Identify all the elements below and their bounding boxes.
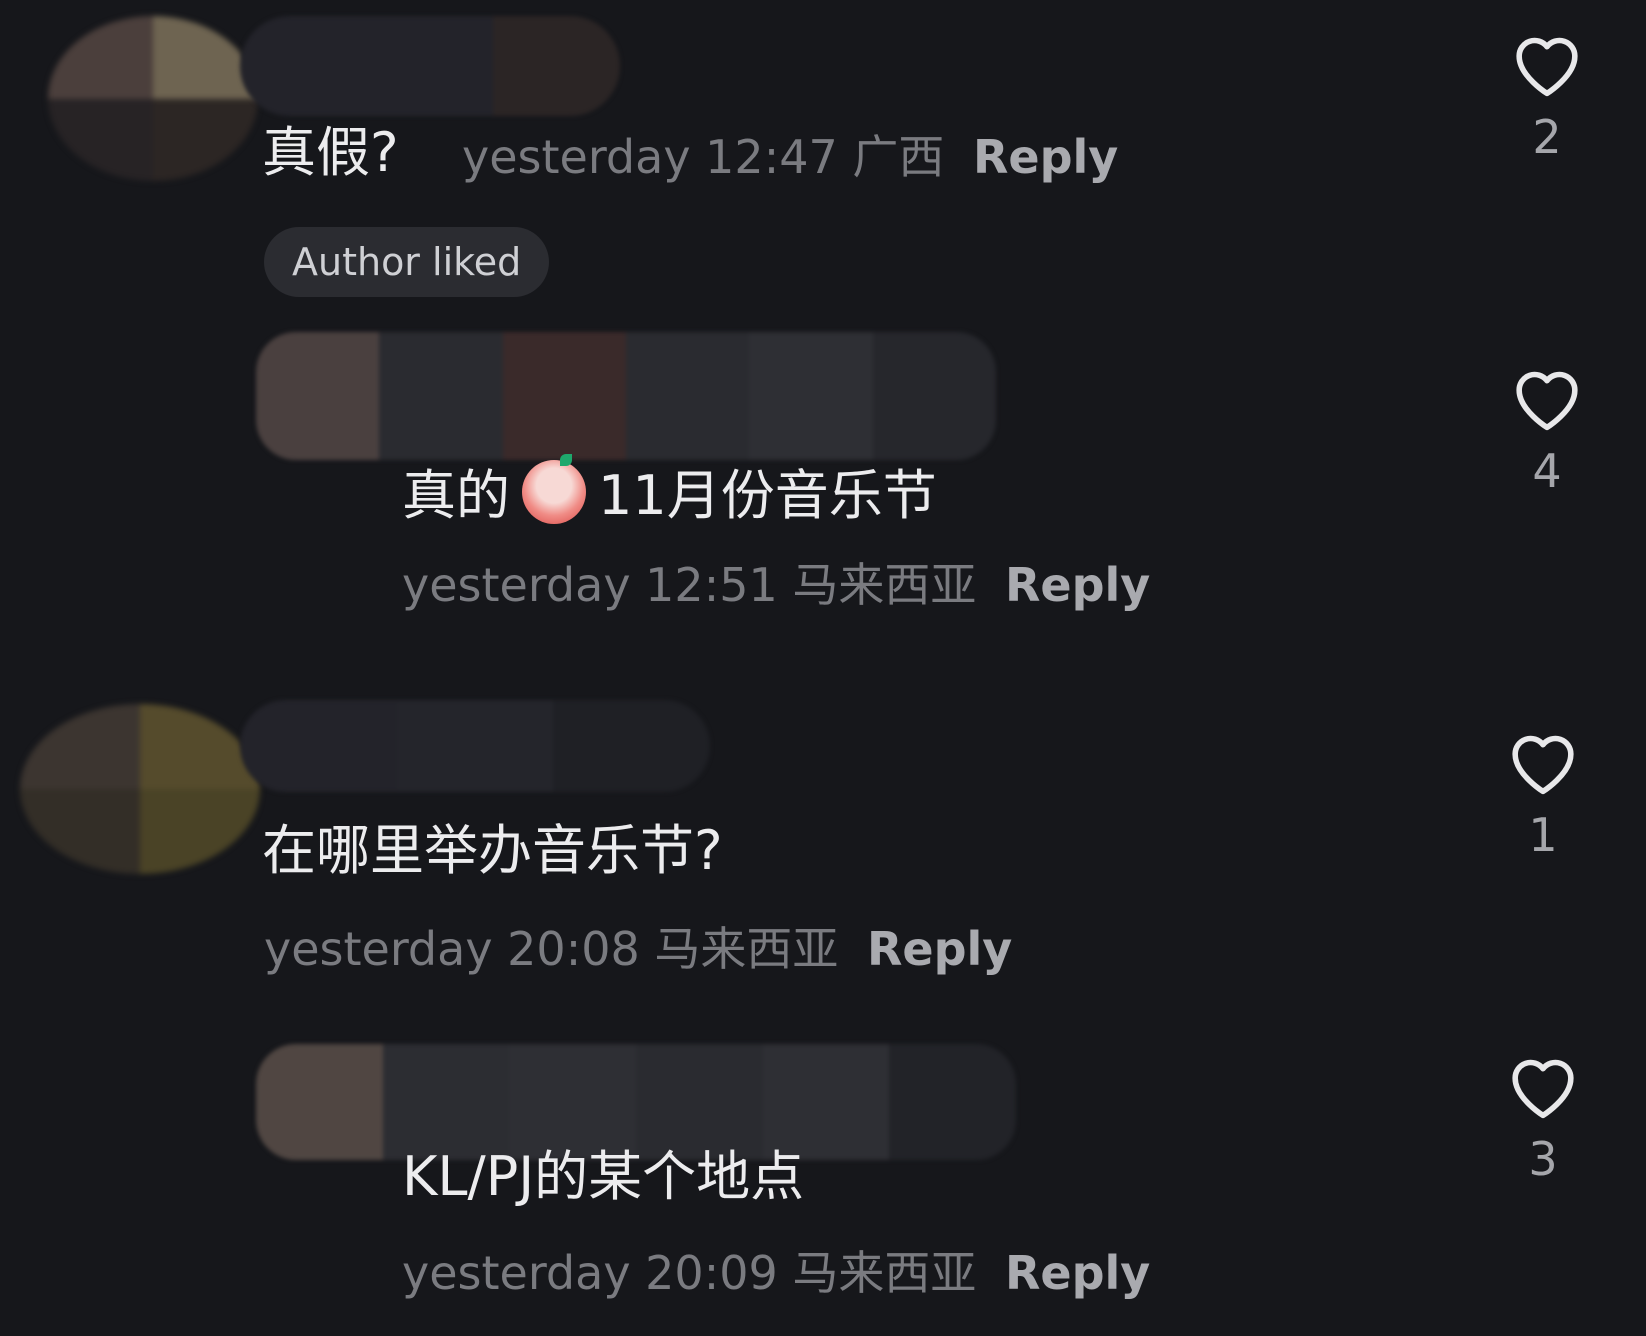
heart-icon	[1512, 735, 1574, 795]
comment-text: KL/PJ的某个地点	[402, 1145, 805, 1208]
like-button[interactable]: 3	[1498, 1052, 1588, 1182]
comment-time: yesterday 20:09	[402, 1246, 778, 1300]
comment-text-part: 真的	[402, 464, 510, 527]
comment-time: yesterday 20:08	[264, 922, 640, 976]
heart-icon	[1516, 37, 1578, 97]
like-count: 3	[1528, 1132, 1558, 1186]
comment-location: 马来西亚	[792, 558, 977, 612]
reply-user-blurred[interactable]	[256, 1044, 1016, 1160]
comment-text: 真假?	[262, 121, 399, 184]
heart-icon	[1516, 371, 1578, 431]
like-button[interactable]: 1	[1498, 728, 1588, 858]
praying-emoji-icon	[522, 454, 586, 524]
username-blurred[interactable]	[240, 700, 710, 792]
comment-location: 马来西亚	[792, 1246, 977, 1300]
reply-button[interactable]: Reply	[973, 130, 1118, 184]
comment-location: 广西	[852, 130, 945, 184]
username-blurred[interactable]	[240, 16, 620, 116]
like-count: 4	[1532, 444, 1562, 498]
reply-button[interactable]: Reply	[1005, 1246, 1150, 1300]
like-count: 1	[1528, 808, 1558, 862]
like-button[interactable]: 2	[1502, 30, 1592, 160]
comment-text: 在哪里举办音乐节?	[262, 819, 723, 882]
reply-button[interactable]: Reply	[1005, 558, 1150, 612]
comment-location: 马来西亚	[654, 922, 839, 976]
comment-meta: yesterday 20:08 马来西亚 Reply	[264, 926, 1012, 972]
reply-user-blurred[interactable]	[256, 332, 996, 460]
comment-text-part: 11月份音乐节	[598, 464, 937, 527]
like-button[interactable]: 4	[1502, 364, 1592, 494]
reply-button[interactable]: Reply	[867, 922, 1012, 976]
heart-icon	[1512, 1059, 1574, 1119]
comment-meta: yesterday 20:09 马来西亚 Reply	[402, 1250, 1150, 1296]
like-count: 2	[1532, 110, 1562, 164]
author-liked-badge: Author liked	[264, 227, 550, 297]
comment-meta: yesterday 12:51 马来西亚 Reply	[402, 562, 1150, 608]
comment-text: 真的 11月份音乐节	[402, 454, 937, 527]
avatar[interactable]	[48, 16, 258, 181]
avatar[interactable]	[20, 704, 260, 874]
comment-meta: yesterday 12:47 广西 Reply	[462, 134, 1118, 180]
comment-time: yesterday 12:51	[402, 558, 778, 612]
comment-time: yesterday 12:47	[462, 130, 838, 184]
